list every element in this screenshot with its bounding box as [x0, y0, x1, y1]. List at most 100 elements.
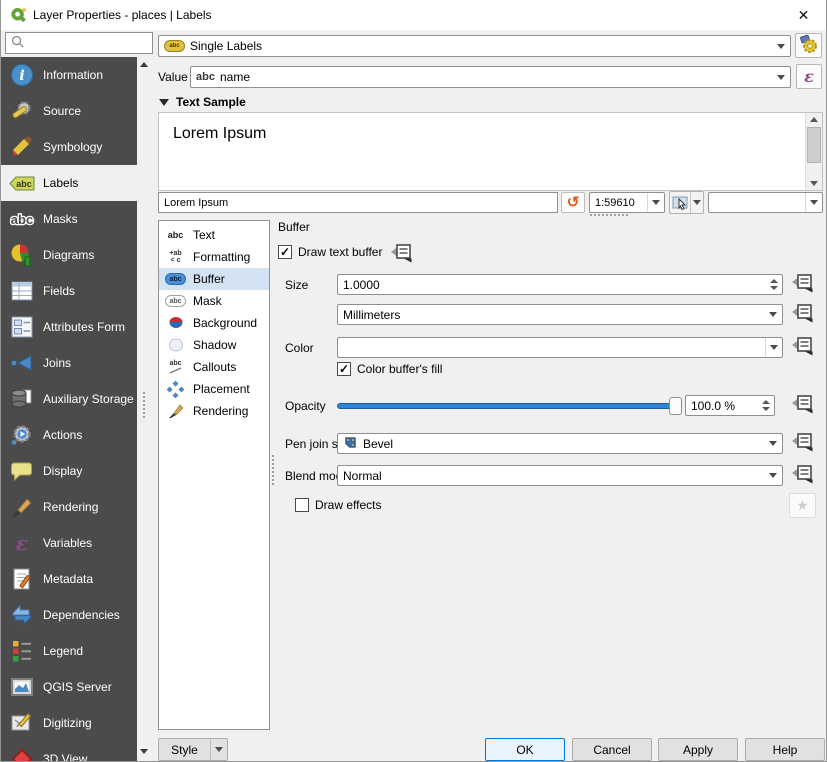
svg-text:abc: abc [16, 179, 32, 189]
sidebar-item-labels[interactable]: abc Labels [1, 165, 137, 201]
reset-icon: ↺ [567, 195, 580, 210]
sidebar-item-3d-view[interactable]: 3D View [1, 741, 137, 761]
chevron-down-icon[interactable] [210, 739, 227, 760]
data-defined-override-button[interactable] [789, 463, 815, 485]
properties-sidebar: i Information Source Symbology abc Label… [1, 57, 137, 761]
sidebar-item-fields[interactable]: Fields [1, 273, 137, 309]
sidebar-item-label: Attributes Form [43, 320, 125, 334]
text-sample-header[interactable]: Text Sample [176, 95, 246, 109]
labeling-mode-select[interactable]: abc Single Labels [158, 35, 791, 57]
sidebar-item-label: Fields [43, 284, 75, 298]
field-type-abc-icon: abc [196, 71, 215, 83]
tab-formatting[interactable]: +ab < c Formatting [159, 246, 269, 268]
effects-customize-button[interactable]: ★ [789, 493, 816, 518]
sidebar-item-digitizing[interactable]: Digitizing [1, 705, 137, 741]
opacity-slider[interactable] [337, 396, 682, 416]
tab-shadow[interactable]: Shadow [159, 334, 269, 356]
sidebar-item-metadata[interactable]: Metadata [1, 561, 137, 597]
reset-sample-button[interactable]: ↺ [561, 192, 585, 213]
scroll-up-icon[interactable] [140, 62, 148, 67]
sidebar-item-symbology[interactable]: Symbology [1, 129, 137, 165]
color-buffer-fill-checkbox[interactable]: ✓ [337, 362, 351, 376]
buffer-color-button[interactable] [337, 337, 783, 358]
expression-builder-button[interactable]: ε [796, 64, 822, 89]
sample-scrollbar[interactable] [805, 113, 822, 190]
sidebar-item-rendering[interactable]: Rendering [1, 489, 137, 525]
color-dropdown[interactable] [765, 338, 782, 357]
tab-buffer[interactable]: abc Buffer [159, 268, 269, 290]
vertical-splitter-handle[interactable] [272, 455, 274, 485]
sidebar-item-display[interactable]: Display [1, 453, 137, 489]
chevron-down-icon[interactable] [690, 192, 703, 213]
sidebar-item-actions[interactable]: Actions [1, 417, 137, 453]
sidebar-item-masks[interactable]: abc Masks [1, 201, 137, 237]
close-button[interactable]: ✕ [781, 0, 826, 30]
data-defined-override-button[interactable] [789, 431, 815, 453]
scale-select[interactable]: 1:59610 [589, 192, 665, 213]
draw-text-buffer-checkbox[interactable]: ✓ [278, 245, 292, 259]
sidebar-item-qgis-server[interactable]: QGIS Server [1, 669, 137, 705]
sidebar-splitter-handle[interactable] [143, 392, 145, 418]
collapse-triangle-icon[interactable] [159, 99, 169, 106]
data-defined-icon [791, 394, 814, 414]
chevron-down-icon [770, 345, 778, 350]
map-settings-button[interactable] [669, 191, 704, 214]
sample-text-input[interactable]: Lorem Ipsum [158, 192, 558, 213]
scrollbar-thumb[interactable] [807, 127, 821, 163]
value-field-select[interactable]: abc name [190, 66, 791, 88]
data-defined-override-button[interactable] [789, 302, 815, 324]
spin-down-icon [770, 286, 778, 290]
style-menu-button[interactable]: Style [158, 738, 228, 761]
fields-icon [9, 278, 35, 304]
data-defined-icon [791, 464, 814, 484]
data-defined-override-button[interactable] [388, 242, 414, 264]
slider-handle[interactable] [669, 397, 682, 415]
apply-button[interactable]: Apply [658, 738, 738, 761]
tab-rendering[interactable]: Rendering [159, 400, 269, 422]
sample-text-value: Lorem Ipsum [164, 197, 228, 209]
tab-background[interactable]: Background [159, 312, 269, 334]
ok-button[interactable]: OK [485, 738, 565, 761]
scroll-down-icon[interactable] [140, 749, 148, 754]
tab-callouts[interactable]: abc Callouts [159, 356, 269, 378]
spin-buttons[interactable] [766, 275, 781, 294]
pen-join-style-select[interactable]: Bevel [337, 433, 783, 454]
sidebar-item-label: Actions [43, 428, 82, 442]
labeling-mode-value: Single Labels [190, 39, 262, 53]
sidebar-item-information[interactable]: i Information [1, 57, 137, 93]
sidebar-item-joins[interactable]: Joins [1, 345, 137, 381]
formatting-tab-icon: +ab < c [163, 248, 188, 266]
blend-mode-select[interactable]: Normal [337, 465, 783, 486]
size-units-select[interactable]: Millimeters [337, 304, 783, 325]
sample-background-select[interactable] [708, 192, 823, 213]
data-defined-override-button[interactable] [789, 393, 815, 415]
scroll-up-icon[interactable] [810, 117, 818, 122]
sidebar-item-source[interactable]: Source [1, 93, 137, 129]
draw-effects-checkbox[interactable] [295, 498, 309, 512]
sidebar-item-label: Auxiliary Storage [43, 392, 134, 406]
sidebar-item-legend[interactable]: Legend [1, 633, 137, 669]
search-input[interactable] [5, 32, 153, 54]
opacity-spinbox[interactable]: 100.0 % [685, 395, 775, 416]
check-icon: ✓ [339, 362, 349, 376]
help-button[interactable]: Help [745, 738, 825, 761]
cancel-button[interactable]: Cancel [572, 738, 652, 761]
scroll-down-icon[interactable] [810, 181, 818, 186]
sidebar-item-auxiliary-storage[interactable]: Auxiliary Storage [1, 381, 137, 417]
size-spinbox[interactable]: 1.0000 [337, 274, 783, 295]
sidebar-item-dependencies[interactable]: Dependencies [1, 597, 137, 633]
horizontal-splitter-handle[interactable] [590, 214, 628, 216]
sidebar-item-variables[interactable]: ε Variables [1, 525, 137, 561]
sidebar-item-diagrams[interactable]: Diagrams [1, 237, 137, 273]
tab-placement[interactable]: Placement [159, 378, 269, 400]
data-defined-override-button[interactable] [789, 335, 815, 357]
spin-buttons[interactable] [758, 396, 773, 415]
tab-mask[interactable]: abc Mask [159, 290, 269, 312]
tab-text[interactable]: abc Text [159, 224, 269, 246]
chevron-down-icon [652, 200, 660, 205]
sidebar-item-attributes-form[interactable]: Attributes Form [1, 309, 137, 345]
data-defined-override-button[interactable] [789, 272, 815, 294]
sidebar-item-label: 3D View [43, 752, 87, 761]
map-cursor-icon [670, 195, 690, 211]
automated-placement-button[interactable] [795, 33, 822, 58]
